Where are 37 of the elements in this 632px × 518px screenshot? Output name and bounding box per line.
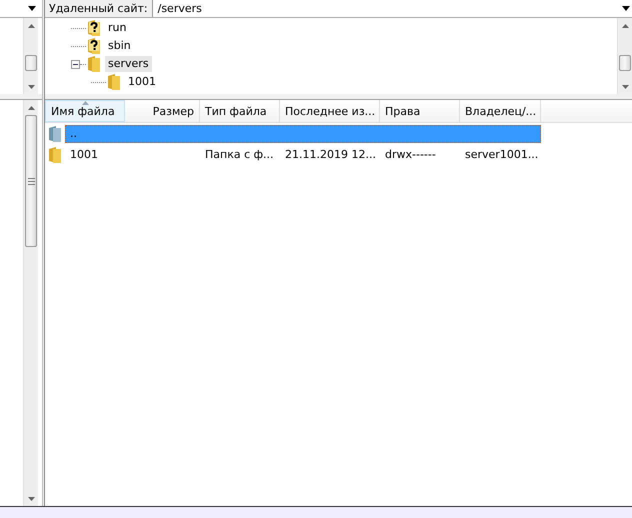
column-header[interactable]: Последнее из... — [280, 100, 380, 122]
scroll-up-icon[interactable] — [28, 106, 34, 110]
tree-item[interactable]: 1001 — [125, 74, 159, 90]
remote-path-field[interactable]: /servers — [152, 0, 620, 17]
table-cell-text: server1001... — [464, 147, 540, 163]
file-name-cell[interactable]: 1001 — [65, 146, 125, 164]
table-cell-text: 21.11.2019 12... — [284, 147, 377, 163]
column-header[interactable]: Размер — [125, 100, 200, 122]
tree-item[interactable]: run — [105, 20, 130, 36]
column-header[interactable]: Права — [380, 100, 460, 122]
dropdown-arrow-icon[interactable] — [622, 6, 630, 11]
folder-icon — [47, 125, 63, 143]
tree-item[interactable]: sbin — [105, 38, 134, 54]
scroll-down-icon[interactable] — [28, 496, 34, 500]
column-header[interactable]: Владелец/... — [460, 100, 541, 122]
scroll-down-icon[interactable] — [28, 84, 34, 88]
scroll-up-icon[interactable] — [622, 24, 628, 28]
column-header[interactable]: Имя файла — [45, 100, 125, 122]
unknown-folder-icon — [86, 19, 102, 37]
dropdown-arrow-icon[interactable] — [28, 6, 36, 11]
table-cell-text: drwx------ — [384, 147, 437, 163]
table-cell-text: Папка с ф... — [204, 147, 275, 163]
collapse-toggle[interactable] — [71, 60, 80, 68]
scroll-up-icon[interactable] — [28, 24, 34, 28]
tree-item[interactable]: servers — [105, 56, 152, 72]
sort-ascending-icon — [82, 101, 89, 105]
unknown-folder-icon — [86, 37, 102, 55]
remote-site-label: Удаленный сайт: — [45, 0, 153, 17]
scroll-down-icon[interactable] — [622, 84, 628, 88]
folder-icon — [86, 55, 102, 73]
folder-icon — [106, 73, 122, 91]
scrollbar-thumb[interactable] — [619, 55, 631, 71]
column-header[interactable]: Тип файла — [200, 100, 280, 122]
folder-icon — [47, 146, 63, 164]
scrollbar-thumb[interactable] — [25, 55, 37, 71]
scrollbar-thumb[interactable] — [25, 115, 37, 247]
selected-file-row[interactable]: .. — [65, 125, 541, 143]
